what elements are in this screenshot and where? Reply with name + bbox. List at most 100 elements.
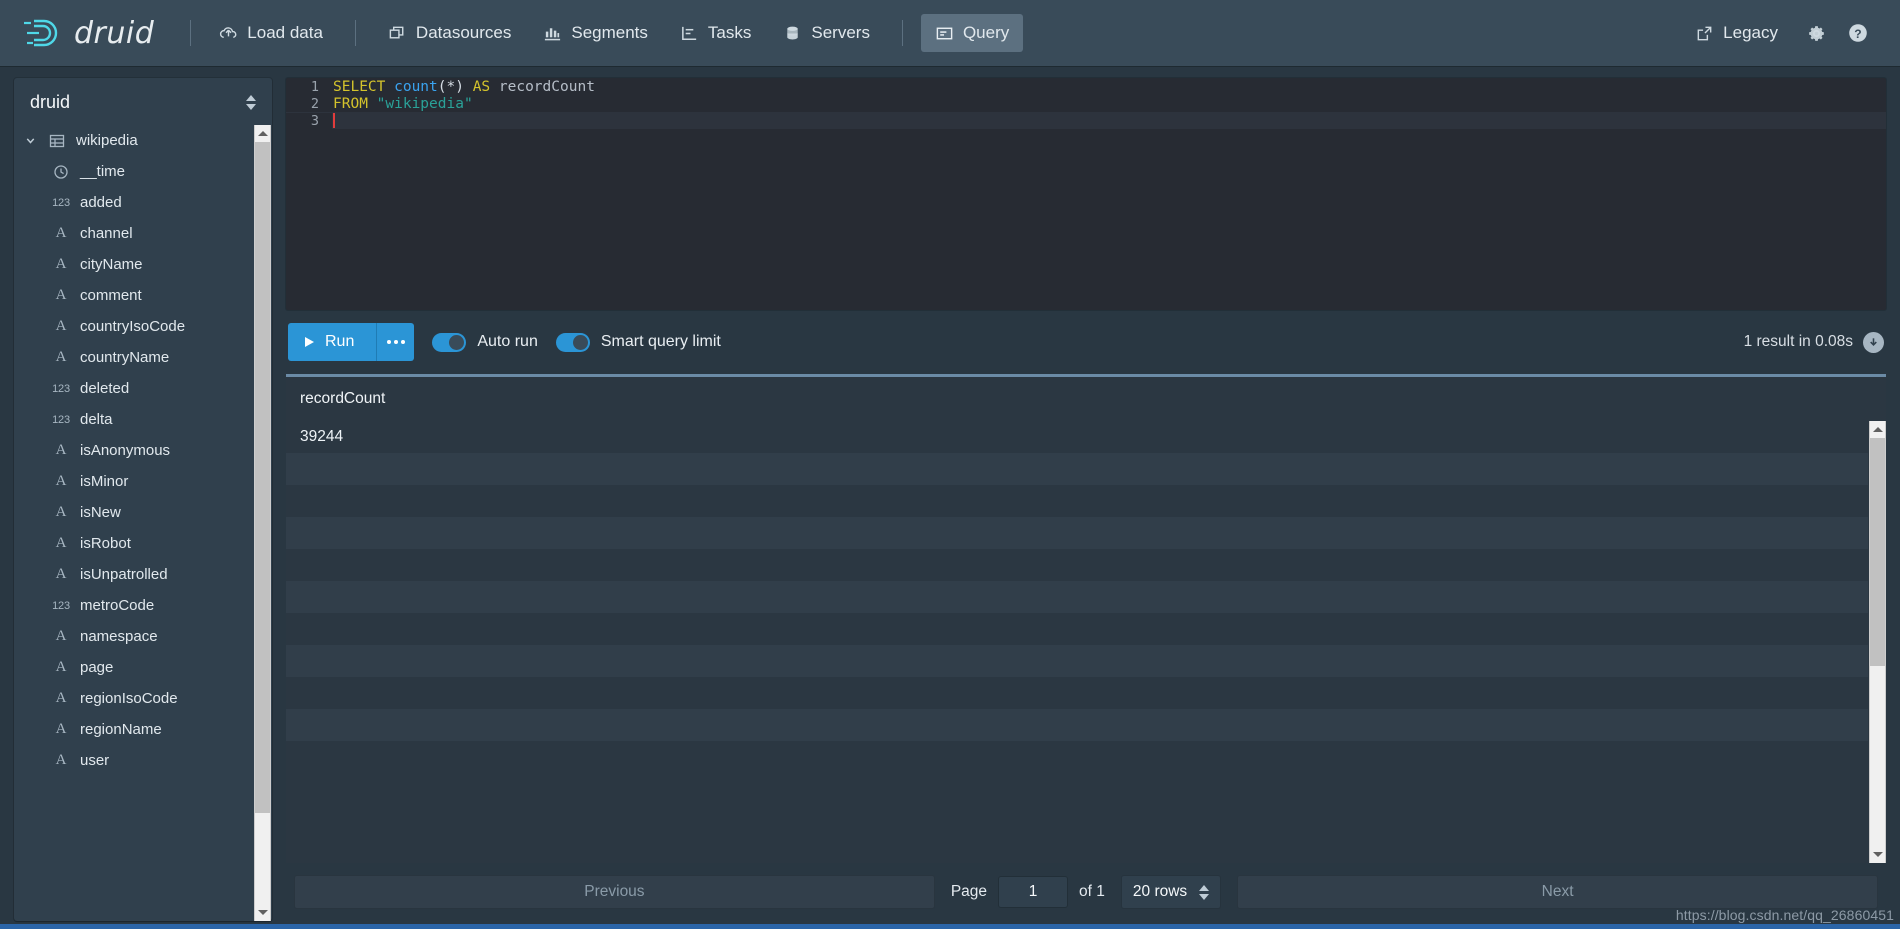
- tree-node-column-isminor[interactable]: AisMinor: [14, 466, 250, 497]
- table-row[interactable]: 39244: [286, 421, 1868, 453]
- text-cursor: [333, 113, 335, 128]
- code-text[interactable]: SELECT count(*) AS recordCount: [332, 79, 595, 95]
- chevron-down-icon[interactable]: [22, 134, 38, 147]
- sql-editor[interactable]: 1 SELECT count(*) AS recordCount 2 FROM "wi…: [286, 78, 1886, 310]
- nav-item-servers[interactable]: Servers: [769, 14, 884, 52]
- tree-node-column-page[interactable]: Apage: [14, 652, 250, 683]
- line-number: 3: [286, 112, 332, 129]
- string-icon: A: [55, 752, 67, 768]
- download-arrow-icon[interactable]: [1863, 331, 1884, 353]
- nav-item-segments[interactable]: Segments: [529, 14, 662, 52]
- results-pager: Previous Page of 1 20 rows Next: [286, 863, 1886, 921]
- smart-query-limit-toggle[interactable]: Smart query limit: [555, 332, 721, 352]
- nav-item-tasks[interactable]: Tasks: [666, 14, 765, 52]
- sidebar-scrollbar[interactable]: [254, 125, 271, 921]
- tree-node-label: countryIsoCode: [80, 318, 186, 335]
- help-button[interactable]: ?: [1840, 15, 1876, 51]
- nav-item-datasources[interactable]: Datasources: [374, 14, 525, 52]
- tree-node-column-added[interactable]: 123 added: [14, 187, 250, 218]
- double-caret-vertical-icon: [246, 95, 256, 110]
- svg-text:?: ?: [1854, 27, 1861, 41]
- top-navbar: druid Load data Datasources Segments Tas…: [0, 0, 1900, 66]
- brand-logo[interactable]: druid: [20, 16, 176, 51]
- nav-item-load-data[interactable]: Load data: [205, 14, 337, 52]
- tree-node-column-isunpatrolled[interactable]: AisUnpatrolled: [14, 559, 250, 590]
- code-line: 1 SELECT count(*) AS recordCount: [286, 78, 1886, 95]
- scroll-down-button[interactable]: [255, 904, 270, 921]
- code-text[interactable]: FROM "wikipedia": [332, 96, 473, 112]
- tree-node-column-countryisocode[interactable]: AcountryIsoCode: [14, 311, 250, 342]
- scroll-track[interactable]: [255, 142, 270, 904]
- page-controls: Page of 1: [951, 876, 1105, 908]
- scroll-up-button[interactable]: [1870, 421, 1885, 438]
- result-info-text: 1 result in 0.08s: [1743, 333, 1853, 350]
- tree-node-column-deleted[interactable]: 123 deleted: [14, 373, 250, 404]
- query-toolbar: Run Auto run Smart query limit 1 result …: [286, 310, 1886, 374]
- code-text[interactable]: [332, 113, 335, 129]
- nav-item-query[interactable]: Query: [920, 14, 1024, 52]
- tree-node-column-metrocode[interactable]: 123 metroCode: [14, 590, 250, 621]
- table-row-empty: [286, 549, 1868, 581]
- tree-node-datasource-wikipedia[interactable]: wikipedia: [14, 125, 250, 156]
- clock-icon: [52, 164, 70, 180]
- tree-node-column-isanonymous[interactable]: AisAnonymous: [14, 435, 250, 466]
- smart-query-limit-label: Smart query limit: [600, 333, 721, 350]
- scroll-thumb[interactable]: [255, 142, 270, 813]
- schema-sidebar: druid wikipedia __time 123 added A chann…: [14, 78, 272, 921]
- tree-node-column-isnew[interactable]: AisNew: [14, 497, 250, 528]
- arrow-down-icon: [1872, 852, 1883, 857]
- run-button[interactable]: Run: [288, 323, 377, 361]
- tree-node-column-namespace[interactable]: Anamespace: [14, 621, 250, 652]
- results-body: 39244: [286, 421, 1886, 863]
- run-more-options-button[interactable]: [376, 323, 415, 361]
- play-icon: [304, 336, 315, 348]
- tree-node-column-regionname[interactable]: AregionName: [14, 714, 250, 745]
- tree-node-column-user[interactable]: Auser: [14, 745, 250, 776]
- auto-run-toggle[interactable]: Auto run: [432, 332, 538, 352]
- code-line: 2 FROM "wikipedia": [286, 95, 1886, 112]
- tree-node-column-regionisocode[interactable]: AregionIsoCode: [14, 683, 250, 714]
- tree-node-column-countryname[interactable]: AcountryName: [14, 342, 250, 373]
- auto-run-label: Auto run: [477, 333, 538, 350]
- query-main: 1 SELECT count(*) AS recordCount 2 FROM "wi…: [286, 78, 1886, 921]
- tree-node-column-delta[interactable]: 123 delta: [14, 404, 250, 435]
- legacy-button[interactable]: Legacy: [1681, 14, 1792, 52]
- schema-name: druid: [30, 92, 71, 112]
- next-page-button[interactable]: Next: [1237, 875, 1878, 909]
- tree-node-label: channel: [80, 225, 133, 242]
- arrow-down-icon: [257, 910, 268, 915]
- schema-tree-scroll: wikipedia __time 123 added Achannel AcityNam…: [14, 125, 272, 921]
- tree-node-column-cityname[interactable]: AcityName: [14, 249, 250, 280]
- navbar-right-actions: Legacy ?: [1681, 14, 1876, 52]
- settings-button[interactable]: [1798, 15, 1834, 51]
- scroll-down-button[interactable]: [1870, 846, 1885, 863]
- page-label: Page: [950, 883, 988, 900]
- tree-node-column-comment[interactable]: Acomment: [14, 280, 250, 311]
- druid-console-app: druid Load data Datasources Segments Tas…: [0, 0, 1900, 929]
- line-number: 2: [286, 95, 332, 112]
- scroll-up-button[interactable]: [255, 125, 270, 142]
- bottom-strip: [0, 924, 1900, 929]
- tree-node-column-time[interactable]: __time: [14, 156, 250, 187]
- tree-node-column-isrobot[interactable]: AisRobot: [14, 528, 250, 559]
- nav-item-label: Load data: [247, 23, 323, 42]
- table-row-empty: [286, 581, 1868, 613]
- previous-page-button[interactable]: Previous: [294, 875, 935, 909]
- results-scrollbar[interactable]: [1869, 421, 1886, 863]
- scroll-thumb[interactable]: [1870, 438, 1885, 667]
- schema-selector[interactable]: druid: [14, 78, 272, 125]
- watermark-text: https://blog.csdn.net/qq_26860451: [1675, 907, 1894, 923]
- rows-per-page-select[interactable]: 20 rows: [1120, 875, 1222, 909]
- tree-node-label: isUnpatrolled: [80, 566, 168, 583]
- column-header-recordcount[interactable]: recordCount: [300, 390, 385, 408]
- application-icon: [935, 24, 954, 43]
- druid-logo-icon: [20, 17, 64, 49]
- code-token: FROM: [333, 95, 377, 112]
- tree-node-label: isNew: [80, 504, 121, 521]
- toggle-track: [432, 332, 467, 352]
- share-external-icon: [1695, 24, 1714, 43]
- tree-node-column-channel[interactable]: Achannel: [14, 218, 250, 249]
- numeric-icon: 123: [52, 599, 70, 612]
- scroll-track[interactable]: [1870, 438, 1885, 846]
- page-number-input[interactable]: [998, 876, 1069, 908]
